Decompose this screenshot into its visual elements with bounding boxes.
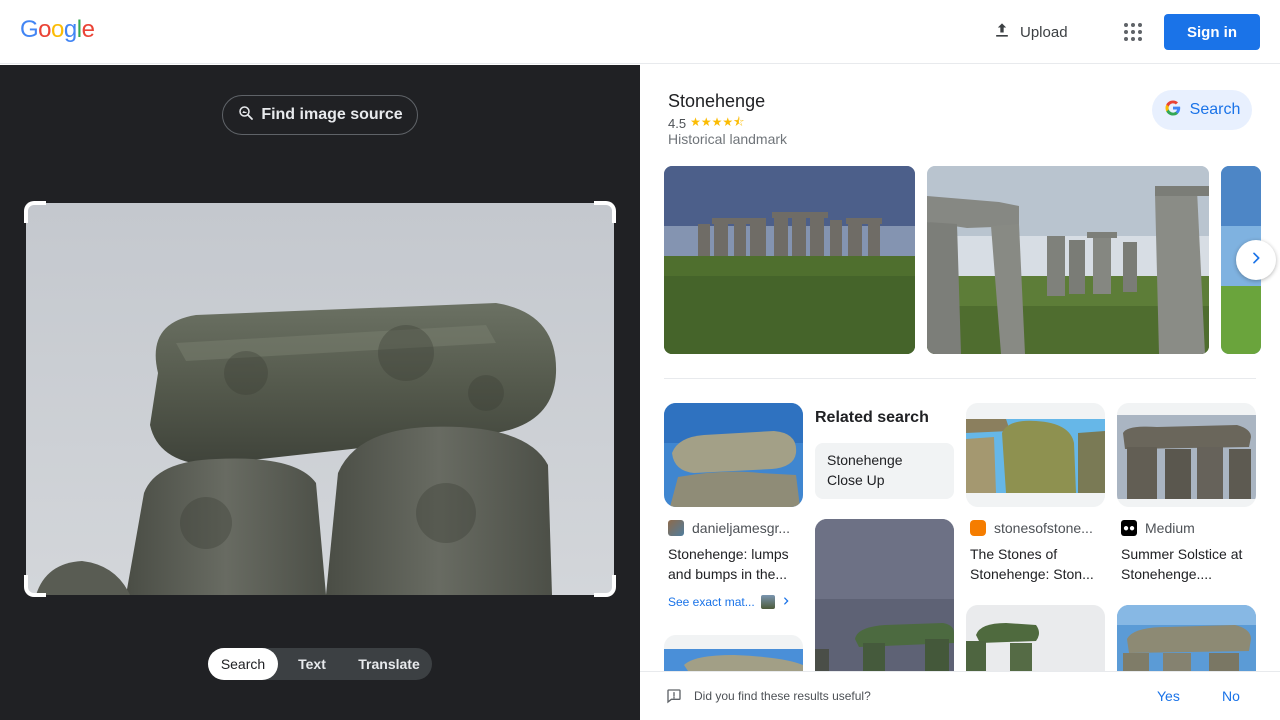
result-source-name: danieljamesgr... [692, 520, 791, 536]
crop-handle-bottom-left[interactable] [24, 575, 46, 597]
logo-letter-g2: g [63, 16, 77, 43]
result-source-3[interactable]: ●● Medium [1121, 520, 1195, 536]
entity-type: Historical landmark [668, 131, 788, 147]
feedback-yes-button[interactable]: Yes [1157, 688, 1180, 704]
logo-letter-g: G [20, 16, 39, 43]
chevron-right-icon [781, 595, 791, 609]
related-search-chip[interactable]: Stonehenge Close Up [815, 443, 954, 499]
see-exact-matches-link[interactable]: See exact mat... [668, 595, 791, 609]
entity-image-2[interactable] [927, 166, 1209, 354]
result-thumbnail-6[interactable] [966, 605, 1105, 679]
tab-text[interactable]: Text [278, 648, 346, 680]
section-divider [664, 378, 1256, 379]
entity-search-label: Search [1189, 101, 1241, 118]
result-thumbnail-3[interactable] [1117, 403, 1256, 507]
result-thumbnail-1[interactable] [664, 403, 803, 507]
crop-handle-bottom-right[interactable] [594, 575, 616, 597]
logo-letter-o1: o [38, 16, 52, 43]
lens-mode-tabs: Search Text Translate [208, 648, 432, 680]
google-apps-icon[interactable] [1120, 20, 1144, 44]
entity-title[interactable]: Stonehenge [668, 91, 765, 112]
result-title-2[interactable]: The Stones of Stonehenge: Ston... [970, 544, 1106, 584]
results-panel: Stonehenge 4.5 ★★★★⯪ Historical landmark… [640, 65, 1280, 720]
feedback-icon [666, 688, 682, 709]
upload-button[interactable]: Upload [992, 20, 1068, 44]
result-title-3[interactable]: Summer Solstice at Stonehenge.... [1121, 544, 1257, 584]
image-query-panel: Find image source Search Text Translate [0, 65, 640, 720]
result-source-name: stonesofstone... [994, 520, 1093, 536]
entity-image-1[interactable] [664, 166, 915, 354]
chevron-right-icon [1248, 250, 1264, 271]
feedback-question: Did you find these results useful? [694, 689, 871, 703]
find-image-source-button[interactable]: Find image source [222, 95, 418, 135]
tab-search[interactable]: Search [208, 648, 278, 680]
medium-icon: ●● [1121, 520, 1137, 536]
google-logo[interactable]: Google [20, 16, 95, 44]
logo-letter-o2: o [51, 16, 64, 43]
google-g-icon [1164, 99, 1182, 122]
top-bar: Google Upload Sign in [0, 0, 1280, 64]
result-source-name: Medium [1145, 520, 1195, 536]
result-thumbnail-7[interactable] [1117, 605, 1256, 679]
feedback-bar: Did you find these results useful? Yes N… [640, 671, 1280, 720]
result-title-1[interactable]: Stonehenge: lumps and bumps in the... [668, 544, 804, 584]
find-image-source-label: Find image source [261, 106, 403, 123]
feedback-no-button[interactable]: No [1222, 688, 1240, 704]
crop-handle-top-left[interactable] [24, 201, 46, 223]
exact-match-thumbnail-icon [760, 595, 775, 609]
upload-label: Upload [1020, 23, 1068, 41]
blogger-icon [970, 520, 986, 536]
related-search-heading: Related search [815, 409, 929, 426]
crop-handle-top-right[interactable] [594, 201, 616, 223]
upload-icon [992, 20, 1012, 44]
carousel-next-button[interactable] [1236, 240, 1276, 280]
image-search-icon [237, 104, 255, 127]
query-image[interactable] [26, 203, 614, 595]
tab-translate[interactable]: Translate [346, 648, 432, 680]
result-thumbnail-2[interactable] [966, 403, 1105, 507]
site-favicon [668, 520, 684, 536]
result-source-1[interactable]: danieljamesgr... [668, 520, 790, 536]
sign-in-button[interactable]: Sign in [1164, 14, 1260, 50]
rating-value: 4.5 [668, 116, 687, 131]
result-thumbnail-5[interactable] [815, 519, 954, 679]
logo-letter-e: e [81, 16, 95, 43]
see-exact-matches-label: See exact mat... [668, 595, 755, 609]
result-source-2[interactable]: stonesofstone... [970, 520, 1093, 536]
entity-search-button[interactable]: Search [1152, 90, 1252, 130]
